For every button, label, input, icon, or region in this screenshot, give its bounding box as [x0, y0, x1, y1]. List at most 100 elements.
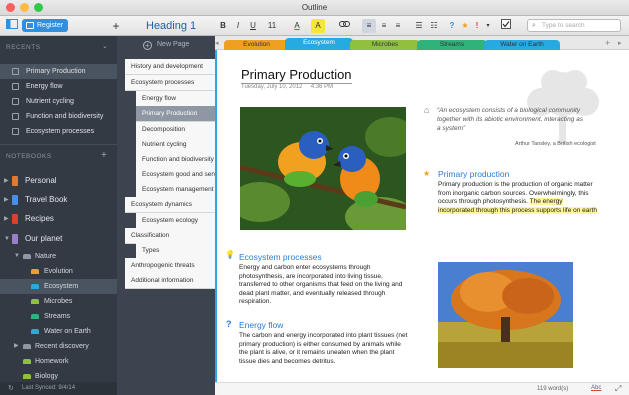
align-right-icon[interactable]: ≡	[392, 19, 404, 33]
italic-button[interactable]: I	[233, 19, 243, 33]
add-button[interactable]: +	[110, 19, 122, 33]
section-homework[interactable]: Homework	[0, 354, 117, 369]
paragraph[interactable]: Energy and carbon enter ecosystems throu…	[239, 264, 409, 307]
page-item[interactable]: Types	[136, 243, 215, 259]
scroll-tabs-right-icon[interactable]: ▸	[618, 39, 622, 47]
font-size-dropdown[interactable]: 11	[265, 19, 279, 33]
section-tab-strip: ◂ Evolution Ecosystem Microbes Streams W…	[215, 36, 629, 50]
tree-image[interactable]	[438, 262, 573, 368]
register-button[interactable]: Register	[22, 19, 68, 32]
sync-icon[interactable]: ↻	[8, 382, 14, 395]
page-item-selected[interactable]: Primary Production	[136, 106, 215, 122]
tab-ecosystem[interactable]: Ecosystem	[285, 38, 353, 50]
section-icon	[23, 374, 31, 379]
page-item[interactable]: History and development	[125, 59, 215, 75]
sidebar: RECENTS ⌄ Primary Production Energy flow…	[0, 36, 117, 395]
recent-item[interactable]: Primary Production	[0, 64, 117, 79]
align-center-icon[interactable]: ≡	[378, 19, 390, 33]
tag-dropdown-icon[interactable]: ▾	[484, 19, 492, 33]
paragraph[interactable]: Primary production is the production of …	[438, 181, 598, 215]
section-evolution[interactable]: Evolution	[0, 264, 117, 279]
underline-button[interactable]: U	[248, 19, 258, 33]
section-heading[interactable]: Primary production	[438, 169, 509, 179]
add-section-button[interactable]: +	[605, 38, 610, 48]
align-left-icon[interactable]: ≡	[362, 19, 376, 33]
recent-item[interactable]: Ecosystem processes	[0, 124, 117, 139]
expand-triangle-icon[interactable]: ▶	[4, 172, 9, 190]
expand-triangle-icon[interactable]: ▶	[4, 191, 9, 209]
notebook-personal[interactable]: ▶ Personal	[0, 172, 117, 190]
text-color-icon[interactable]: A	[291, 19, 303, 33]
checkbox-icon[interactable]	[500, 19, 512, 33]
paragraph-style-dropdown[interactable]: Heading 1	[146, 18, 196, 34]
section-ecosystem[interactable]: Ecosystem	[0, 279, 117, 294]
search-icon: ⌕	[532, 22, 536, 29]
quote-icon: ⌂	[424, 105, 430, 115]
notebook-travel-book[interactable]: ▶ Travel Book	[0, 191, 117, 209]
section-heading[interactable]: Energy flow	[239, 320, 283, 330]
question-tag-icon[interactable]: ?	[447, 19, 457, 33]
section-streams[interactable]: Streams	[0, 309, 117, 324]
page-item[interactable]: Nutrient cycling	[136, 137, 215, 153]
page-item[interactable]: Ecosystem good and services	[136, 167, 215, 183]
page-item[interactable]: Additional information	[125, 273, 215, 289]
link-icon[interactable]	[338, 19, 350, 33]
tab-streams[interactable]: Streams	[417, 40, 487, 50]
section-group-nature[interactable]: ▼ Nature	[0, 249, 117, 264]
page-item[interactable]: Anthropogenic threats	[125, 258, 215, 274]
recent-item[interactable]: Function and biodiversity	[0, 109, 117, 124]
page-item[interactable]: Function and biodiversity	[136, 152, 215, 168]
page-title[interactable]: Primary Production	[241, 67, 352, 84]
search-input[interactable]: ⌕ Type to search	[527, 19, 621, 32]
bullet-list-icon[interactable]: ☰	[413, 19, 425, 33]
recent-item[interactable]: Nutrient cycling	[0, 94, 117, 109]
page-item[interactable]: Ecosystem ecology	[136, 213, 215, 229]
highlight-color-icon[interactable]: A	[311, 19, 325, 33]
section-icon	[31, 329, 39, 334]
notebook-our-planet[interactable]: ▼ Our planet	[0, 230, 117, 248]
section-heading[interactable]: Ecosystem processes	[239, 252, 322, 262]
section-group-recent-discovery[interactable]: ▶ Recent discovery	[0, 339, 117, 354]
page-icon	[12, 128, 19, 135]
page-item[interactable]: Energy flow	[136, 91, 215, 107]
quote-text[interactable]: “An ecosystem consists of a biological c…	[437, 106, 587, 133]
star-tag-icon[interactable]: ★	[460, 19, 470, 33]
section-microbes[interactable]: Microbes	[0, 294, 117, 309]
numbered-list-icon[interactable]: ☷	[428, 19, 440, 33]
spellcheck-button[interactable]: Abc	[591, 385, 601, 391]
notebooks-header: NOTEBOOKS	[6, 153, 52, 160]
fullscreen-icon[interactable]: ⤢	[615, 384, 621, 394]
sidebar-toggle-icon[interactable]	[5, 19, 18, 33]
notebook-recipes[interactable]: ▶ Recipes	[0, 210, 117, 228]
important-tag-icon[interactable]: !	[473, 19, 481, 33]
page-list: + New Page History and development Ecosys…	[117, 36, 215, 395]
question-tag-icon: ?	[226, 319, 232, 329]
page-item[interactable]: Ecosystem management	[136, 182, 215, 198]
tab-water-on-earth[interactable]: Water on Earth	[484, 40, 560, 50]
page-item[interactable]: Ecosystem dynamics	[125, 197, 215, 213]
recent-item[interactable]: Energy flow	[0, 79, 117, 94]
window-title: Outline	[301, 3, 328, 12]
note-page[interactable]: Primary Production Tuesday, July 10, 201…	[215, 50, 629, 382]
tab-evolution[interactable]: Evolution	[224, 40, 289, 50]
folder-icon	[23, 344, 31, 349]
parrots-image[interactable]	[240, 107, 406, 230]
page-item[interactable]: Ecosystem processes	[125, 75, 215, 91]
notebook-icon	[12, 214, 18, 224]
section-water-on-earth[interactable]: Water on Earth	[0, 324, 117, 339]
new-page-button[interactable]: + New Page	[117, 41, 215, 50]
page-item[interactable]: Decomposition	[136, 122, 215, 138]
quote-author[interactable]: Arthur Tansley, a British ecologist	[515, 141, 596, 147]
expand-triangle-icon[interactable]: ▶	[14, 339, 19, 354]
tab-microbes[interactable]: Microbes	[350, 40, 420, 50]
scroll-tabs-left-icon[interactable]: ◂	[215, 39, 219, 47]
recents-collapse-icon[interactable]: ⌄	[102, 42, 108, 50]
paragraph[interactable]: The carbon and energy incorporated into …	[239, 332, 409, 366]
expand-triangle-icon[interactable]: ▶	[4, 210, 9, 228]
bold-button[interactable]: B	[218, 19, 228, 33]
recents-header: RECENTS	[6, 44, 41, 51]
collapse-triangle-icon[interactable]: ▼	[4, 230, 10, 248]
page-item[interactable]: Classification	[125, 228, 215, 244]
collapse-triangle-icon[interactable]: ▼	[14, 249, 20, 264]
add-notebook-button[interactable]: +	[101, 150, 107, 161]
